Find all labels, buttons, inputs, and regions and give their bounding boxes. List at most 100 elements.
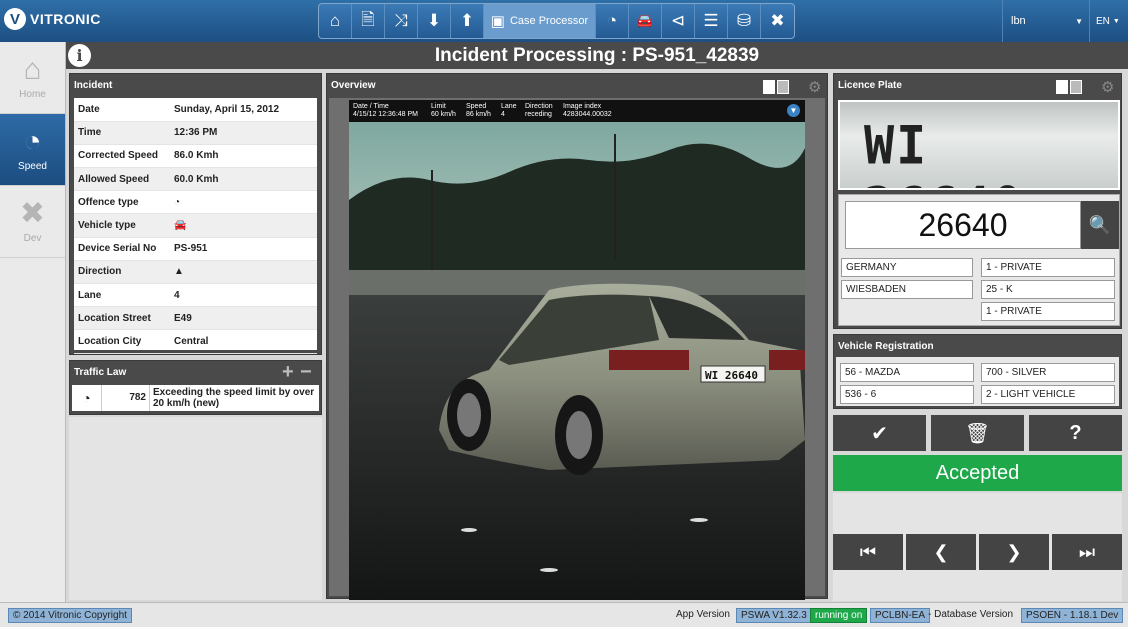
- header-label: Lane: [501, 103, 517, 110]
- user-name: lbn: [1011, 15, 1026, 27]
- database-version-label: - Database Version: [928, 609, 1014, 620]
- home-icon: ⌂: [329, 11, 341, 30]
- download-toolbar-button[interactable]: ⬇: [418, 4, 451, 38]
- share-toolbar-button[interactable]: ⊲: [662, 4, 695, 38]
- copyright: © 2014 Vitronic Copyright: [8, 608, 132, 623]
- incident-row: Direction ▲: [74, 260, 317, 285]
- incident-row: Device Serial No PS-951: [74, 237, 317, 261]
- speed-toolbar-button[interactable]: ◔: [596, 4, 629, 38]
- database-icon: ⛁: [736, 11, 752, 30]
- brand-name: VITRONIC: [30, 11, 101, 27]
- home-toolbar-button[interactable]: ⌂: [319, 4, 352, 38]
- footer: © 2014 Vitronic Copyright App Version PS…: [0, 602, 1128, 627]
- vehicle-class-field[interactable]: 2 - LIGHT VEHICLE: [981, 385, 1115, 404]
- licence-plate-panel: Licence Plate ⚙ WI 26640 26640 🔍 GERMANY…: [833, 73, 1122, 329]
- list-toolbar-button[interactable]: ☰: [695, 4, 728, 38]
- traffic-law-row[interactable]: ◔ 782 Exceeding the speed limit by over …: [72, 385, 319, 411]
- tools-icon: ✖: [770, 11, 785, 30]
- vehicle-registration-panel: Vehicle Registration 56 - MAZDA 536 - 6 …: [833, 334, 1122, 409]
- vehicle-color-field[interactable]: 700 - SILVER: [981, 363, 1115, 382]
- plus-icon[interactable]: +: [282, 361, 294, 384]
- nav-item-home[interactable]: ⌂ Home: [0, 42, 65, 114]
- incident-value: PS-951: [170, 237, 317, 261]
- incident-row: Vehicle type 🚘: [74, 213, 317, 238]
- incident-panel-title: Incident: [74, 80, 113, 91]
- incident-key: Vehicle type: [74, 213, 170, 238]
- header-value: 60 km/h: [431, 111, 456, 118]
- vehicle-model-field[interactable]: 536 - 6: [840, 385, 974, 404]
- view-toggle[interactable]: [763, 80, 789, 94]
- incident-value: 12:36 PM: [170, 121, 317, 145]
- vitronic-logo[interactable]: V VITRONIC: [4, 6, 101, 32]
- header-label: Date / Time: [353, 103, 389, 110]
- incident-key: Direction: [74, 260, 170, 285]
- case-processor-label: Case Processor: [509, 15, 589, 27]
- incident-row: Corrected Speed 86.0 Kmh: [74, 144, 317, 169]
- nav-item-dev[interactable]: ✖ Dev: [0, 186, 65, 258]
- case-processor-button[interactable]: ▣ Case Processor: [484, 4, 596, 38]
- upload-toolbar-button[interactable]: ⬆: [451, 4, 484, 38]
- double-chevron-left-icon: ⏮: [859, 541, 877, 562]
- tools-icon: ✖: [19, 197, 46, 230]
- list-icon: ☰: [703, 11, 719, 30]
- app-version-label: App Version: [676, 609, 730, 620]
- shuffle-icon: ⤨: [394, 11, 408, 30]
- traffic-law-panel: Traffic Law + − ◔ 782 Exceeding the spee…: [69, 360, 322, 415]
- header-label: Direction: [525, 103, 553, 110]
- incident-value: Sunday, April 15, 2012: [170, 98, 317, 122]
- speedometer-icon: ◔: [606, 11, 618, 30]
- plate-number-input[interactable]: 26640: [845, 201, 1081, 249]
- search-button[interactable]: 🔍: [1081, 201, 1119, 249]
- overview-title: Overview: [331, 80, 376, 91]
- gear-icon[interactable]: ⚙: [1101, 78, 1114, 96]
- shuffle-toolbar-button[interactable]: ⤨: [385, 4, 418, 38]
- incident-row: Lane 4: [74, 283, 317, 308]
- last-record-button[interactable]: ⏭: [1052, 534, 1122, 570]
- overview-image-header: Date / Time 4/15/12 12:36:48 PM Limit 60 k…: [349, 100, 805, 122]
- previous-record-button[interactable]: ❮: [906, 534, 976, 570]
- incident-key: Corrected Speed: [74, 144, 170, 169]
- help-button[interactable]: ?: [1029, 415, 1122, 451]
- header-label: Limit: [431, 103, 446, 110]
- user-dropdown[interactable]: lbn ▼: [1002, 0, 1090, 42]
- first-record-button[interactable]: ⏮: [833, 534, 903, 570]
- traffic-law-code: 782: [102, 385, 150, 411]
- database-toolbar-button[interactable]: ⛁: [728, 4, 761, 38]
- car-toolbar-button[interactable]: 🚘: [629, 4, 662, 38]
- main-toolbar: ⌂ 🗎 ⤨ ⬇ ⬆ ▣ Case Processor ◔ 🚘 ⊲ ☰ ⛁ ✖: [318, 3, 795, 39]
- language-dropdown[interactable]: EN ▼: [1092, 0, 1128, 42]
- district-code-field[interactable]: 25 - K: [981, 280, 1115, 299]
- country-field[interactable]: GERMANY: [841, 258, 973, 277]
- header-value: 4/15/12 12:36:48 PM: [353, 111, 418, 118]
- chevron-right-icon: ❯: [1006, 541, 1022, 562]
- document-toolbar-button[interactable]: 🗎: [352, 4, 385, 38]
- incident-key: Location City: [74, 329, 170, 354]
- next-record-button[interactable]: ❯: [979, 534, 1049, 570]
- traffic-law-text: Exceeding the speed limit by over 20 km/…: [153, 387, 315, 409]
- registration-type-field[interactable]: 1 - PRIVATE: [981, 258, 1115, 277]
- tools-toolbar-button[interactable]: ✖: [761, 4, 794, 38]
- gear-icon[interactable]: ⚙: [808, 78, 821, 96]
- page-title: Incident Processing : PS-951_42839: [434, 45, 760, 66]
- running-on-badge: running on: [810, 608, 868, 623]
- search-icon: 🔍: [1088, 214, 1112, 235]
- trash-icon: 🗑: [964, 422, 991, 445]
- header-value: 4: [501, 111, 505, 118]
- minus-icon[interactable]: −: [300, 361, 312, 384]
- city-field[interactable]: WIESBADEN: [841, 280, 973, 299]
- incident-value: Central: [170, 329, 317, 354]
- incident-key: Device Serial No: [74, 237, 170, 261]
- nav-item-speed[interactable]: ◔ Speed: [0, 114, 65, 186]
- top-bar: V VITRONIC ⌂ 🗎 ⤨ ⬇ ⬆ ▣ Case Processor ◔ …: [0, 0, 1128, 42]
- plate-image[interactable]: WI 26640: [838, 100, 1120, 190]
- delete-button[interactable]: 🗑: [931, 415, 1024, 451]
- accept-button[interactable]: ✔: [833, 415, 926, 451]
- vehicle-make-field[interactable]: 56 - MAZDA: [840, 363, 974, 382]
- incident-row: Allowed Speed 60.0 Kmh: [74, 167, 317, 192]
- ownership-field[interactable]: 1 - PRIVATE: [981, 302, 1115, 321]
- title-bar: i Incident Processing : PS-951_42839: [66, 42, 1128, 69]
- chevron-down-icon: ▼: [1112, 17, 1120, 25]
- view-toggle[interactable]: [1056, 80, 1082, 94]
- overview-image[interactable]: WI 26640 Date / Time 4/15/12 12:36:48 PM …: [349, 100, 805, 600]
- incident-row: Date Sunday, April 15, 2012: [74, 98, 317, 122]
